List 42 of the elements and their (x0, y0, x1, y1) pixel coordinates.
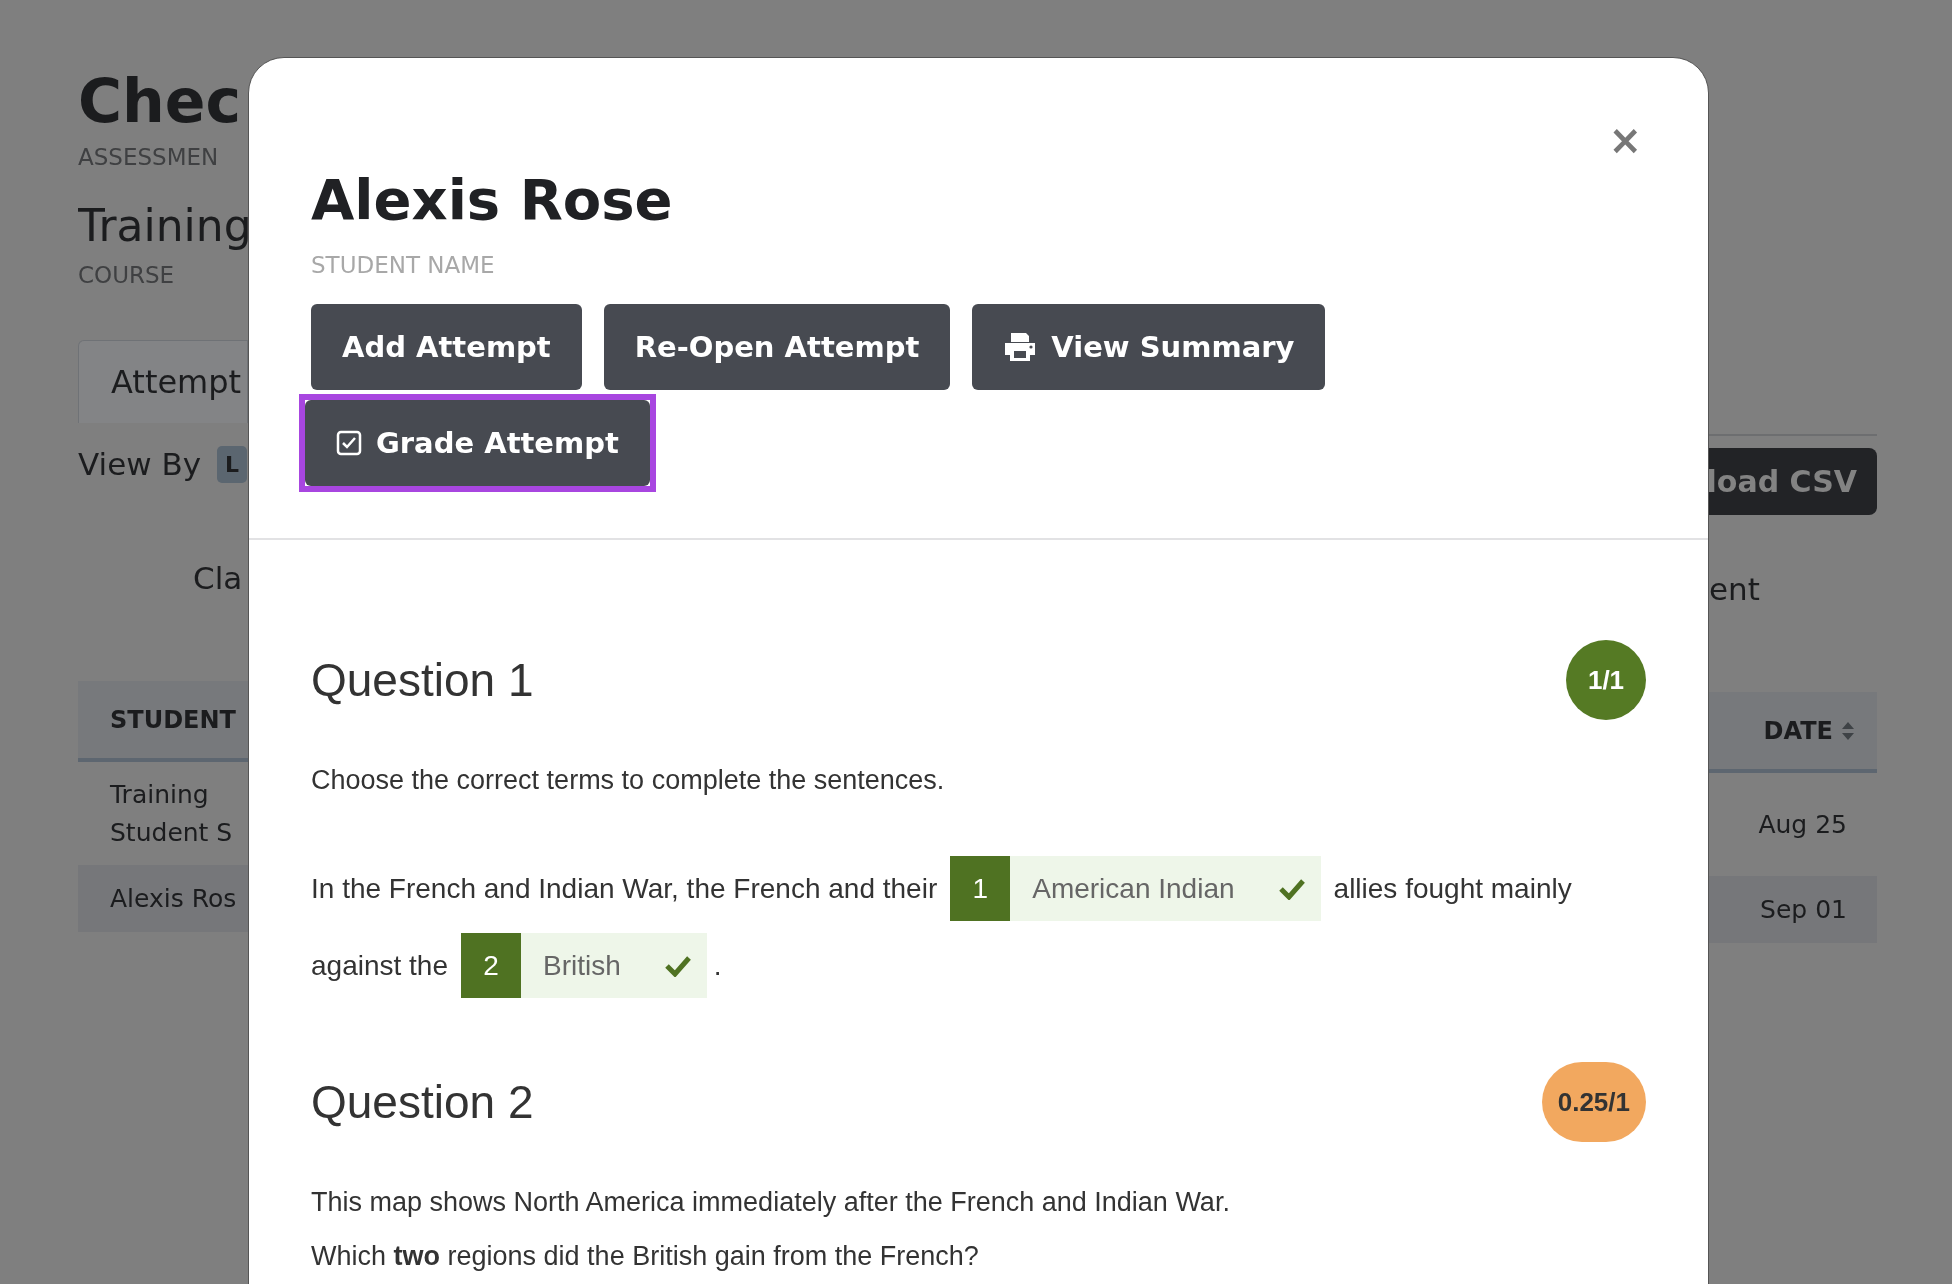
course-caption: COURSE (78, 262, 175, 288)
view-by-badge[interactable]: L (217, 445, 248, 483)
check-icon (664, 954, 691, 977)
column-label: Cla (193, 559, 243, 598)
answer-field: British (521, 933, 707, 998)
course-name: Training (78, 200, 248, 252)
sentence-text: In the French and Indian War, the French and their (311, 872, 938, 905)
question-text: Which two regions did the British gain from the French? (311, 1240, 980, 1272)
action-button[interactable]: Add Attempt (311, 304, 582, 390)
question-text: This map shows North America immediately after the French and Indian War. (311, 1186, 1231, 1218)
question-title: Question 1 (311, 653, 534, 707)
score-badge: 1/1 (1566, 640, 1646, 720)
student-name: Alexis Rose (311, 168, 674, 232)
question-text: Choose the correct terms to complete the sentences. (311, 764, 946, 796)
download-button[interactable]: load CSV (1707, 448, 1877, 515)
page-title: Chec (78, 66, 241, 136)
table-cell: Aug 25 (1758, 810, 1847, 839)
sentence-text: against the (311, 949, 448, 982)
sentence-text: allies fought mainly (1333, 872, 1572, 905)
close-button[interactable]: × (1608, 120, 1642, 160)
blank-number: 2 (461, 933, 521, 998)
column-label: ent (1709, 570, 1760, 609)
printer-icon (1003, 331, 1038, 363)
answer-field: American Indian (1010, 856, 1321, 921)
view-summary-button[interactable]: View Summary (972, 304, 1326, 390)
blank-number: 1 (950, 856, 1011, 921)
column-header[interactable]: STUDENT (110, 705, 236, 734)
tab[interactable]: Attempt (78, 340, 248, 423)
action-button[interactable]: Re-Open Attempt (603, 304, 951, 390)
column-header[interactable]: DATE (1763, 716, 1833, 745)
name-caption: STUDENT NAME (311, 252, 496, 278)
table-cell-text: Alexis Ros (110, 882, 237, 915)
table-cell-text: Training Student S (110, 778, 233, 849)
sentence-text: . (713, 949, 722, 982)
table-cell: Sep 01 (1760, 895, 1847, 924)
question-title: Question 2 (311, 1075, 534, 1129)
checkbox-icon (336, 430, 362, 456)
check-icon (1278, 877, 1305, 900)
grade-button[interactable]: Grade Attempt (305, 400, 650, 486)
title-caption: ASSESSMEN (78, 144, 219, 170)
score-badge: 0.25/1 (1541, 1062, 1646, 1142)
view-by-label: View By (78, 446, 202, 482)
